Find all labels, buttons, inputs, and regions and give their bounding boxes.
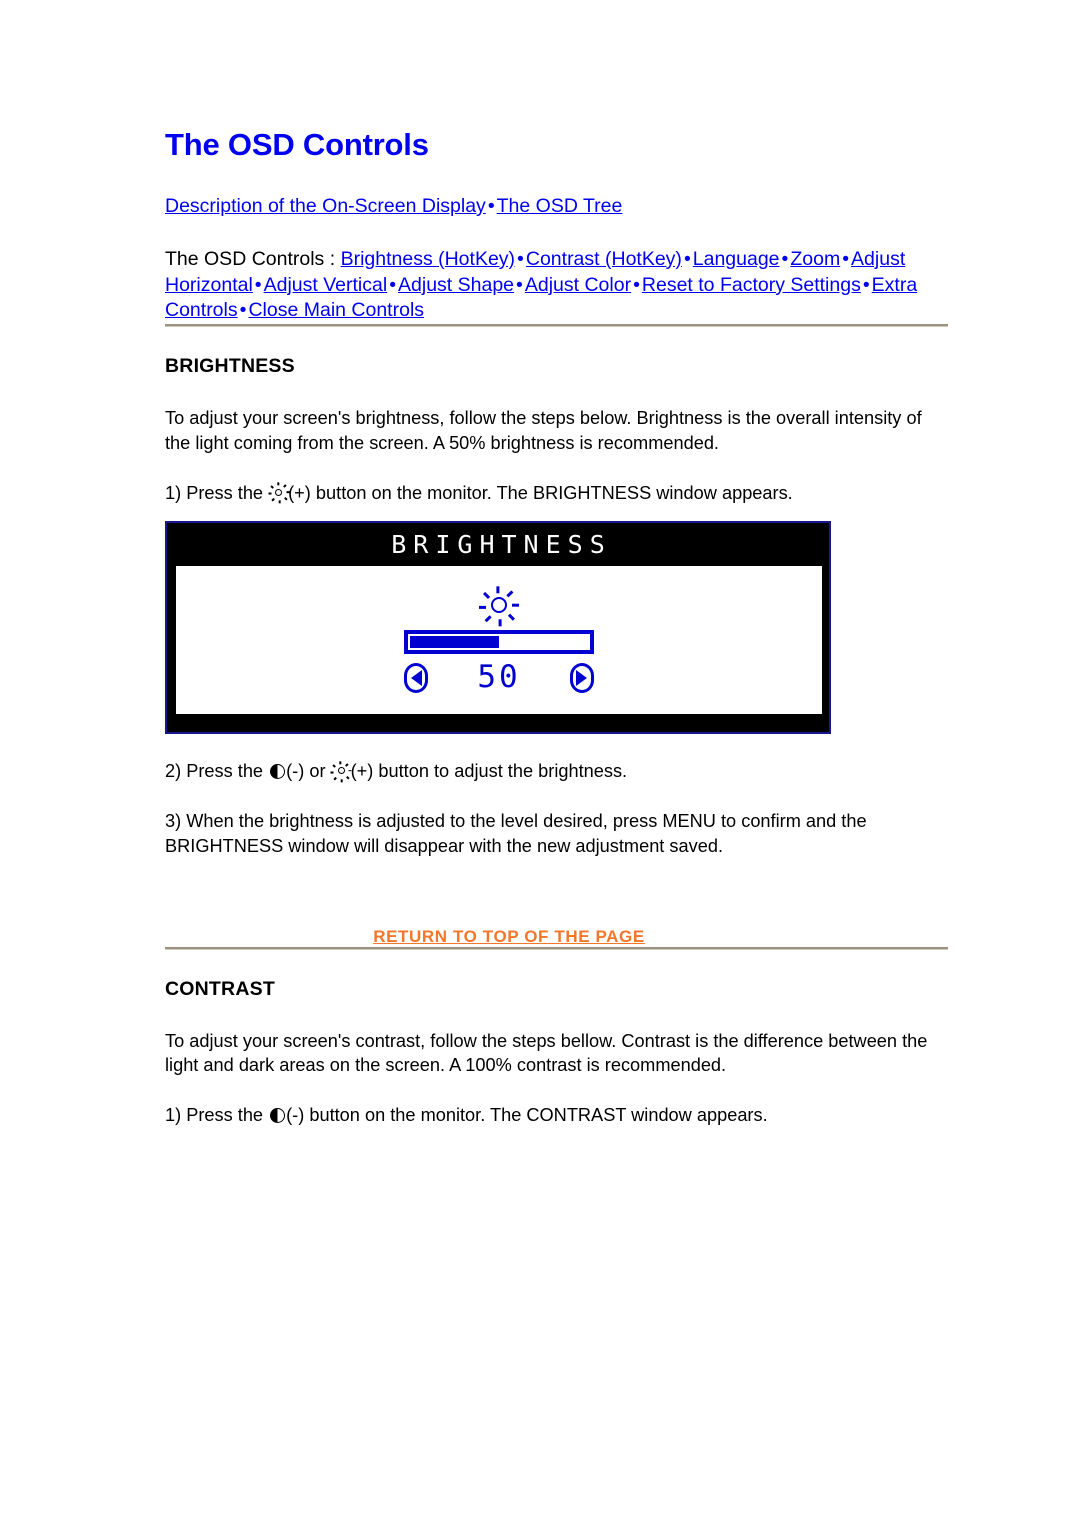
link-adjust-vertical[interactable]: Adjust Vertical — [264, 274, 388, 296]
osd-controls-row: 50 — [404, 662, 594, 693]
bullet-separator: • — [239, 299, 247, 322]
right-arrow-icon[interactable] — [569, 662, 594, 693]
step2-text-middle: (-) or — [286, 761, 326, 782]
bullet-separator: • — [487, 195, 495, 218]
contrast-step1-text-after: (-) button on the monitor. The CONTRAST … — [286, 1105, 768, 1126]
bullet-separator: • — [633, 273, 640, 296]
brightness-step-3: 3) When the brightness is adjusted to th… — [165, 811, 867, 856]
osd-body: 50 — [175, 565, 823, 716]
brightness-step-2: 2) Press the (-) or (+) button to adjust… — [165, 734, 948, 784]
link-reset-factory-settings[interactable]: Reset to Factory Settings — [642, 274, 861, 296]
osd-sun-icon — [479, 586, 519, 627]
sun-icon — [330, 760, 352, 783]
sun-icon — [267, 481, 290, 504]
bullet-separator: • — [254, 273, 262, 296]
controls-prefix: The OSD Controls : — [165, 247, 336, 270]
link-adjust-shape[interactable]: Adjust Shape — [398, 274, 514, 296]
osd-progress-bar[interactable] — [404, 630, 594, 655]
link-brightness-hotkey[interactable]: Brightness (HotKey) — [341, 248, 515, 270]
link-adjust-color[interactable]: Adjust Color — [525, 274, 631, 296]
page-title: The OSD Controls — [165, 127, 429, 162]
top-nav-links: Description of the On-Screen Display • The… — [165, 162, 948, 220]
link-contrast-hotkey[interactable]: Contrast (HotKey) — [526, 248, 682, 270]
bullet-separator: • — [517, 247, 524, 270]
bullet-separator: • — [389, 273, 397, 296]
bullet-separator: • — [516, 273, 523, 296]
bullet-separator: • — [862, 273, 870, 296]
osd-controls-link-list: The OSD Controls : Brightness (HotKey) • C… — [165, 220, 948, 324]
contrast-step1-text-before: 1) Press the — [165, 1105, 264, 1126]
osd-value: 50 — [477, 659, 521, 696]
osd-progress-fill — [410, 636, 499, 649]
contrast-icon — [270, 1108, 286, 1124]
osd-title: BRIGHTNESS — [167, 523, 829, 566]
return-to-top-wrap: RETURN TO TOP OF THE PAGE — [165, 859, 948, 947]
step1-text-before: 1) Press the — [165, 482, 264, 503]
osd-bottom-bar — [167, 715, 829, 731]
page-content: The OSD Controls Description of the On-S… — [165, 0, 948, 1128]
link-close-main-controls[interactable]: Close Main Controls — [248, 299, 424, 321]
bullet-separator: • — [781, 247, 789, 270]
bullet-separator: • — [842, 247, 850, 270]
link-zoom[interactable]: Zoom — [790, 248, 840, 270]
contrast-intro-text: To adjust your screen's contrast, follow… — [165, 1030, 928, 1076]
return-to-top-link[interactable]: RETURN TO TOP OF THE PAGE — [373, 927, 645, 946]
osd-brightness-window: BRIGHTNESS 50 — [165, 521, 831, 735]
link-language[interactable]: Language — [693, 248, 780, 270]
contrast-step-1: 1) Press the (-) button on the monitor. … — [165, 1078, 948, 1128]
step2-text-after: (+) button to adjust the brightness. — [350, 761, 628, 782]
brightness-step-1: 1) Press the (+) button on the monitor. … — [165, 456, 948, 506]
link-description-osd[interactable]: Description of the On-Screen Display — [165, 195, 486, 217]
brightness-heading: BRIGHTNESS — [165, 355, 295, 378]
left-arrow-icon[interactable] — [404, 662, 428, 693]
brightness-intro-text: To adjust your screen's brightness, foll… — [165, 408, 922, 453]
step1-text-after: (+) button on the monitor. The BRIGHTNES… — [288, 482, 793, 503]
step2-text-before: 2) Press the — [165, 761, 264, 782]
contrast-heading: CONTRAST — [165, 977, 275, 1000]
contrast-icon — [270, 764, 286, 780]
bullet-separator: • — [683, 247, 691, 270]
link-osd-tree[interactable]: The OSD Tree — [497, 195, 623, 217]
